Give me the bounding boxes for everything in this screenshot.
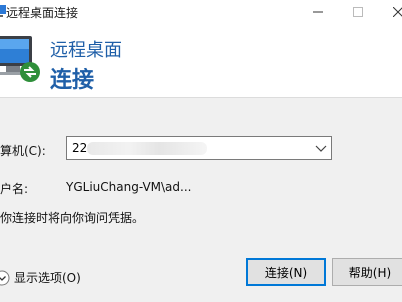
computer-value: 22 xyxy=(72,141,88,155)
chevron-down-icon[interactable] xyxy=(315,143,327,153)
header-action: 连接 xyxy=(50,68,95,93)
close-icon xyxy=(393,7,402,17)
maximize-icon xyxy=(353,7,363,17)
show-options-label: 显示选项(O) xyxy=(14,271,81,285)
credentials-note: 你连接时将向你询问凭据。 xyxy=(0,211,145,225)
header-banner: 远程桌面 连接 xyxy=(0,24,402,98)
maximize-button[interactable] xyxy=(338,0,378,24)
help-button[interactable]: 帮助(H) xyxy=(332,258,402,286)
minimize-icon xyxy=(313,11,323,13)
chevron-down-circle-icon xyxy=(0,270,10,285)
show-options-toggle[interactable]: 显示选项(O) xyxy=(0,269,81,286)
connect-button[interactable]: 连接(N) xyxy=(246,258,326,286)
close-button[interactable] xyxy=(378,0,402,24)
computer-label: 算机(C): xyxy=(0,144,46,158)
product-name: 远程桌面 xyxy=(50,40,122,61)
redacted-address xyxy=(87,142,207,155)
computer-combobox[interactable]: 22 xyxy=(66,136,332,160)
username-label: 户名: xyxy=(0,182,29,196)
window-title: 远程桌面连接 xyxy=(6,6,79,20)
minimize-button[interactable] xyxy=(298,0,338,24)
username-value: YGLiuChang-VM\ad... xyxy=(66,180,192,194)
title-bar: 远程桌面连接 xyxy=(0,0,402,24)
remote-desktop-monitor-icon xyxy=(0,36,40,82)
